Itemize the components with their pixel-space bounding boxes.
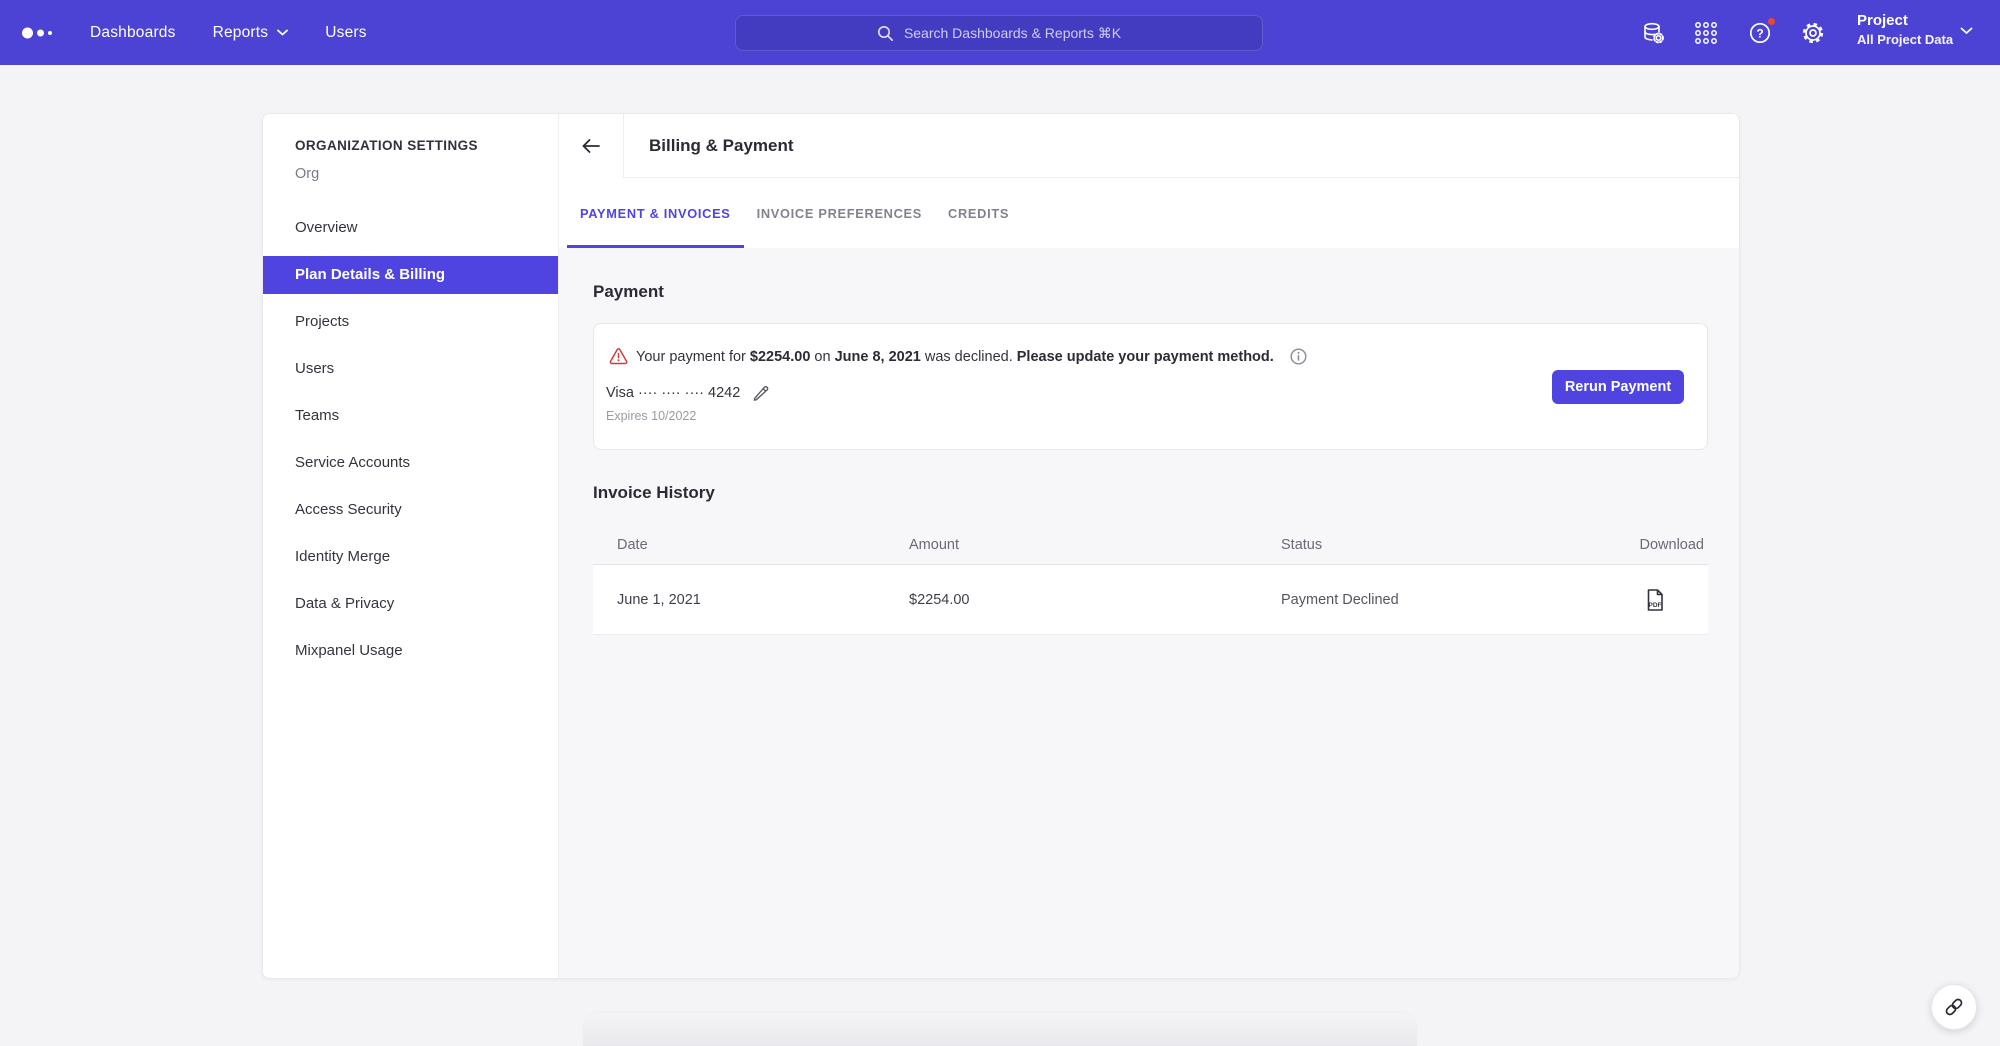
- download-pdf-button[interactable]: PDF: [1557, 588, 1708, 612]
- search-icon: [877, 25, 894, 42]
- project-label: Project: [1857, 11, 1953, 31]
- payment-declined-alert: Your payment for $2254.00 on June 8, 202…: [609, 348, 1307, 365]
- svg-text:?: ?: [1756, 26, 1763, 40]
- payment-heading: Payment: [593, 282, 664, 302]
- edit-payment-method-button[interactable]: [752, 384, 770, 402]
- sidebar-item-service-accounts[interactable]: Service Accounts: [263, 439, 558, 486]
- tab-credits[interactable]: CREDITS: [935, 178, 1022, 248]
- page-header: Billing & Payment: [559, 114, 1739, 178]
- invoice-history-heading: Invoice History: [593, 483, 715, 503]
- invoice-date: June 1, 2021: [593, 592, 885, 608]
- tab-bar: PAYMENT & INVOICES INVOICE PREFERENCES C…: [559, 178, 1739, 248]
- sidebar-item-plan-details-billing[interactable]: Plan Details & Billing: [263, 256, 558, 294]
- info-icon[interactable]: [1290, 348, 1307, 365]
- search-input[interactable]: Search Dashboards & Reports ⌘K: [735, 15, 1263, 51]
- invoice-amount: $2254.00: [885, 592, 1257, 608]
- sidebar-item-teams[interactable]: Teams: [263, 392, 558, 439]
- sidebar-item-mixpanel-usage[interactable]: Mixpanel Usage: [263, 627, 558, 674]
- sidebar-item-access-security[interactable]: Access Security: [263, 486, 558, 533]
- sidebar-item-data-privacy[interactable]: Data & Privacy: [263, 580, 558, 627]
- payment-card: Your payment for $2254.00 on June 8, 202…: [593, 323, 1708, 450]
- arrow-left-icon: [581, 138, 601, 154]
- invoice-table: Date Amount Status Download June 1, 2021…: [593, 526, 1708, 635]
- invoice-table-header: Date Amount Status Download: [593, 526, 1708, 565]
- project-switcher[interactable]: Project All Project Data: [1857, 11, 1953, 48]
- nav-users[interactable]: Users: [325, 24, 366, 42]
- column-date: Date: [593, 537, 885, 553]
- copy-link-button[interactable]: [1931, 984, 1977, 1030]
- nav-dashboards[interactable]: Dashboards: [90, 24, 176, 42]
- sidebar-menu: Overview Plan Details & Billing Projects…: [263, 204, 558, 674]
- card-number: Visa ···· ···· ···· 4242: [606, 385, 740, 401]
- alert-message: Your payment for $2254.00 on June 8, 202…: [636, 349, 1274, 365]
- settings-panel: ORGANIZATION SETTINGS Org Overview Plan …: [262, 113, 1740, 979]
- bottom-sheet-edge: [583, 1013, 1417, 1046]
- warning-triangle-icon: [609, 348, 628, 365]
- apps-grid-icon[interactable]: [1692, 19, 1720, 47]
- rerun-payment-button[interactable]: Rerun Payment: [1552, 370, 1684, 404]
- settings-gear-icon[interactable]: [1799, 19, 1827, 47]
- org-name: Org: [295, 166, 319, 182]
- top-nav: Dashboards Reports Users Search Dashboar…: [0, 0, 2000, 65]
- mixpanel-logo-icon[interactable]: [22, 26, 56, 40]
- tab-payment-invoices[interactable]: PAYMENT & INVOICES: [567, 178, 744, 248]
- main-area: Billing & Payment PAYMENT & INVOICES INV…: [559, 114, 1739, 978]
- sidebar: ORGANIZATION SETTINGS Org Overview Plan …: [263, 114, 559, 978]
- back-button[interactable]: [559, 114, 624, 178]
- search-placeholder: Search Dashboards & Reports ⌘K: [904, 25, 1121, 42]
- data-management-icon[interactable]: [1639, 19, 1667, 47]
- column-download: Download: [1557, 537, 1708, 553]
- help-icon[interactable]: ?: [1746, 19, 1774, 47]
- payment-method: Visa ···· ···· ···· 4242: [606, 384, 770, 402]
- link-icon: [1943, 996, 1965, 1018]
- chevron-down-icon: [277, 29, 288, 36]
- svg-text:PDF: PDF: [1649, 602, 1662, 609]
- pdf-file-icon: PDF: [1644, 588, 1666, 612]
- project-chevron-down-icon[interactable]: [1960, 27, 1973, 35]
- invoice-status: Payment Declined: [1257, 592, 1557, 608]
- sidebar-item-users[interactable]: Users: [263, 345, 558, 392]
- sidebar-item-projects[interactable]: Projects: [263, 298, 558, 345]
- sidebar-item-identity-merge[interactable]: Identity Merge: [263, 533, 558, 580]
- tab-invoice-preferences[interactable]: INVOICE PREFERENCES: [744, 178, 935, 248]
- app-root: Dashboards Reports Users Search Dashboar…: [0, 0, 2000, 1046]
- nav-reports[interactable]: Reports: [213, 24, 289, 42]
- project-value: All Project Data: [1857, 31, 1953, 48]
- sidebar-item-overview[interactable]: Overview: [263, 204, 558, 251]
- column-status: Status: [1257, 537, 1557, 553]
- tab-content: Payment Your payment for $2254.00 on Jun…: [559, 248, 1739, 978]
- invoice-row: June 1, 2021 $2254.00 Payment Declined P…: [593, 565, 1708, 635]
- column-amount: Amount: [885, 537, 1257, 553]
- card-expiry: Expires 10/2022: [606, 409, 696, 423]
- nav-links: Dashboards Reports Users: [90, 0, 367, 65]
- nav-reports-label: Reports: [213, 24, 269, 42]
- page-title: Billing & Payment: [649, 114, 794, 178]
- sidebar-heading: ORGANIZATION SETTINGS: [295, 138, 478, 153]
- notification-badge: [1766, 16, 1777, 27]
- pencil-icon: [752, 384, 770, 402]
